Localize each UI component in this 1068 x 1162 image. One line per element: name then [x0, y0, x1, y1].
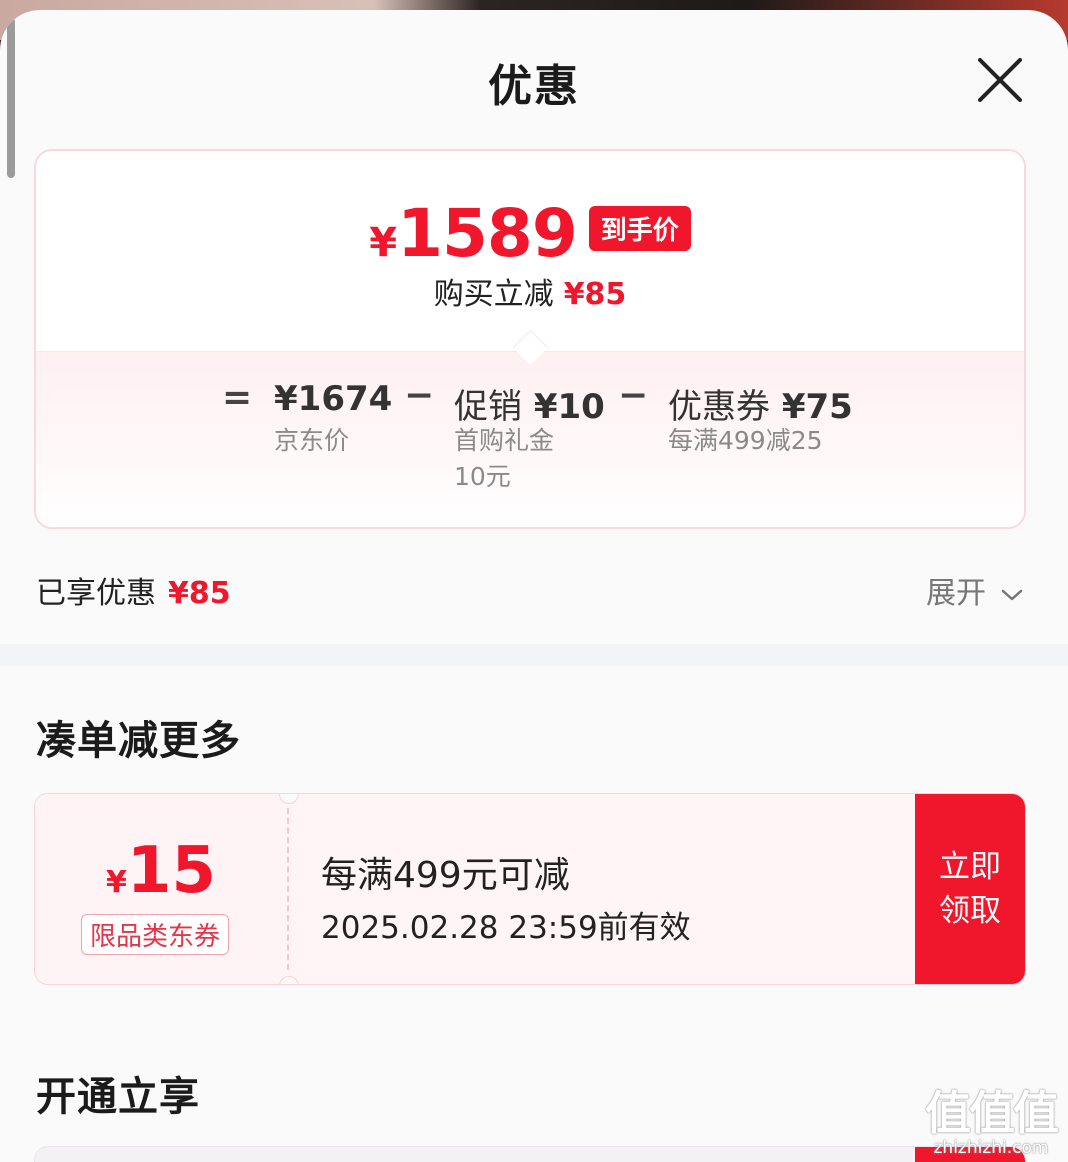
section-title-membership: 开通立享 [36, 1074, 200, 1120]
coupon-value: 优惠券 ¥75 [668, 387, 853, 427]
coupon-notch-bottom [279, 976, 299, 984]
expand-button[interactable]: 展开 [926, 568, 1024, 612]
watermark-url: zhizhizhi.com [933, 1138, 1049, 1158]
coupon-condition: 每满499元可减 [321, 855, 570, 896]
coupon-desc: 每满499减25 [668, 426, 823, 455]
final-price: ¥1589 [369, 195, 578, 272]
promo-value: 促销 ¥10 [454, 387, 605, 427]
coupon-amount: ¥15 [106, 834, 216, 908]
jd-price-value: ¥1674 [274, 379, 393, 419]
coupon-validity: 2025.02.28 23:59前有效 [321, 910, 691, 946]
jd-price-label: 京东价 [274, 426, 350, 455]
minus-sign: − [618, 375, 649, 416]
close-button[interactable] [972, 52, 1028, 108]
close-icon [978, 58, 1022, 102]
watermark-logo: 值值值 [925, 1086, 1059, 1140]
promo-desc-line2: 10元 [454, 462, 511, 491]
section-title-combine: 凑单减更多 [36, 718, 241, 764]
discount-sheet: 优惠 ¥1589 到手价 购买立减 ¥85 = ¥1674 京东价 − 促销 ¥10… [0, 10, 1068, 1162]
enjoyed-label: 已享优惠 [36, 576, 156, 611]
enjoyed-amount: ¥85 [168, 576, 231, 611]
price-summary-card: ¥1589 到手价 购买立减 ¥85 = ¥1674 京东价 − 促销 ¥10 首购… [34, 149, 1026, 529]
final-price-row: ¥1589 到手价 [36, 195, 1024, 272]
coupon-card: ¥15 限品类东券 每满499元可减 2025.02.28 23:59前有效 立… [34, 793, 1026, 985]
sheet-title: 优惠 [488, 61, 580, 112]
coupon-perforation [287, 808, 289, 970]
coupon-category-tag: 限品类东券 [81, 914, 230, 955]
chevron-down-icon [1001, 589, 1022, 600]
claim-label-line2: 领取 [939, 893, 1001, 929]
claim-coupon-button[interactable]: 立即 领取 [915, 794, 1025, 984]
instant-reduction-amount: ¥85 [563, 277, 627, 312]
instant-reduction-label: 购买立减 [433, 277, 554, 312]
section-divider [0, 644, 1068, 666]
expand-label: 展开 [926, 576, 986, 611]
minus-sign: − [404, 375, 435, 416]
watermark: 值值值 zhizhizhi.com [918, 1088, 1064, 1158]
claim-label-line1: 立即 [939, 849, 1001, 885]
final-price-tag: 到手价 [588, 206, 691, 251]
membership-coupon-card[interactable] [34, 1146, 1026, 1162]
equals-sign: = [222, 377, 253, 418]
enjoyed-discount: 已享优惠 ¥85 [36, 568, 231, 612]
instant-reduction: 购买立减 ¥85 [36, 269, 1024, 313]
promo-desc-line1: 首购礼金 [454, 426, 555, 455]
